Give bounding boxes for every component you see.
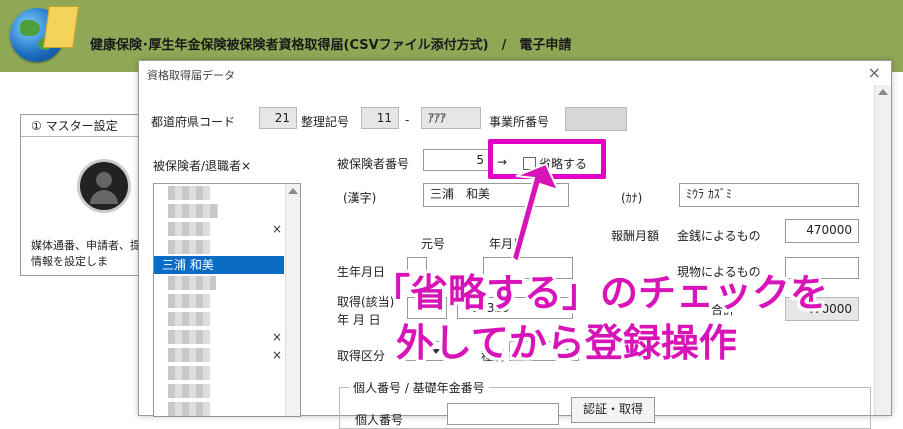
annotation-line-2: 外してから登録操作 [396,321,737,365]
annotation-line-1: 「省略する」のチェックを [372,271,829,315]
